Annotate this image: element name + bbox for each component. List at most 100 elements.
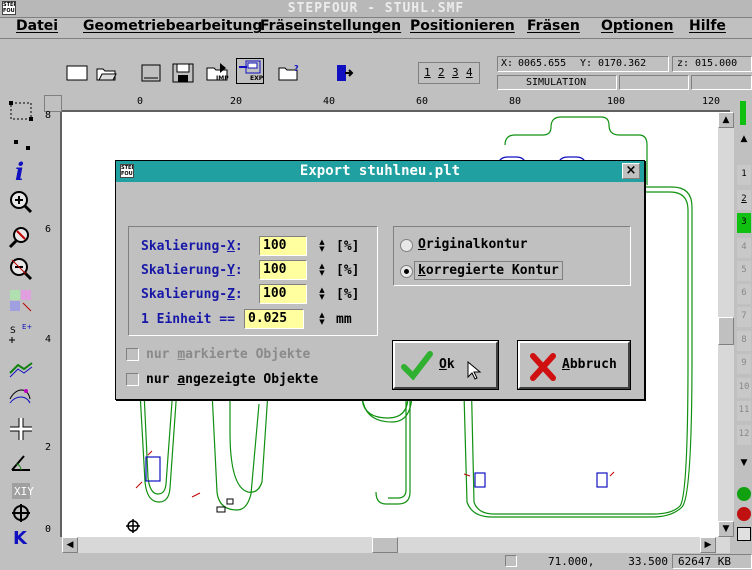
- zoom-in-icon: [10, 191, 33, 214]
- scale-x-label: Skalierung-X:: [141, 239, 243, 254]
- export-button[interactable]: EXP: [236, 58, 264, 84]
- scroll-down-button[interactable]: ▼: [718, 521, 734, 537]
- import-button[interactable]: IMP: [204, 60, 232, 86]
- layer-2-button[interactable]: 2: [438, 66, 445, 79]
- panel-down-button[interactable]: ▼: [736, 455, 752, 471]
- menu-hilfe[interactable]: Hilfe: [689, 18, 726, 34]
- radio-corrected-contour[interactable]: korregierte Kontur: [400, 261, 625, 281]
- unit-input[interactable]: 0.025: [244, 309, 304, 329]
- panel-button-5[interactable]: 5: [737, 261, 751, 281]
- layer-1-button[interactable]: 1: [424, 66, 431, 79]
- scale-z-spinner[interactable]: ▲ ▼: [316, 285, 328, 303]
- ruler-left-label: 0: [45, 524, 52, 535]
- origin-button[interactable]: S E+: [6, 320, 36, 348]
- scroll-right-button[interactable]: ▶: [700, 537, 716, 553]
- resize-icon[interactable]: [737, 527, 751, 541]
- visible-objects-label: nur angezeigte Objekte: [146, 372, 319, 387]
- layer-3-button[interactable]: 3: [452, 66, 459, 79]
- scroll-up-button[interactable]: ▲: [718, 112, 734, 128]
- document-icon: [141, 64, 161, 82]
- origin-marker-icon: [126, 519, 140, 533]
- zoom-out-button[interactable]: [6, 255, 36, 283]
- scale-y-spinner[interactable]: ▲ ▼: [316, 261, 328, 279]
- cancel-button[interactable]: Abbruch: [517, 340, 631, 390]
- scroll-h-thumb[interactable]: [372, 537, 398, 553]
- folder-query-icon: ?: [278, 64, 299, 81]
- red-ball-icon[interactable]: [737, 507, 751, 521]
- layers-button[interactable]: [6, 287, 36, 315]
- panel-button-10[interactable]: 10: [737, 378, 751, 398]
- zoom-in-button[interactable]: [6, 188, 36, 216]
- k-button[interactable]: K: [6, 523, 36, 549]
- info-icon: i: [15, 158, 24, 184]
- horizontal-scrollbar[interactable]: ◀ ▶: [62, 537, 730, 553]
- menu-datei[interactable]: Datei: [16, 18, 58, 34]
- status-memory: 62647 KB: [678, 555, 731, 568]
- visible-objects-checkbox[interactable]: [126, 373, 139, 386]
- layer-4-button[interactable]: 4: [466, 66, 473, 79]
- scroll-left-button[interactable]: ◀: [62, 537, 78, 553]
- dialog-close-button[interactable]: ×: [622, 163, 640, 179]
- axes-button[interactable]: [6, 447, 36, 475]
- chevron-down-icon: ▼: [740, 458, 748, 468]
- scale-x-input[interactable]: 100: [259, 236, 307, 256]
- scale-y-input[interactable]: 100: [259, 260, 307, 280]
- mode-indicator: SIMULATION: [497, 75, 617, 90]
- xy-readout: X: 0065.655 Y: 0170.362: [497, 56, 669, 72]
- unit-spinner[interactable]: ▲ ▼: [316, 310, 328, 328]
- move-button[interactable]: [6, 415, 36, 443]
- toolbar: IMP EXP ? 1 2 3 4 X: 0065.655 Y: 0170.36…: [0, 39, 752, 95]
- path-button[interactable]: [6, 383, 36, 411]
- level-indicator: [740, 101, 746, 125]
- panel-button-9[interactable]: 9: [737, 354, 751, 374]
- panel-button-2[interactable]: 2: [737, 190, 751, 210]
- unit-row: 1 Einheit == 0.025 ▲ ▼ mm: [141, 309, 376, 333]
- zoom-small-button[interactable]: [6, 128, 36, 156]
- panel-button-1[interactable]: 1: [737, 165, 751, 185]
- check-marked-objects: nur markierte Objekte: [126, 347, 366, 365]
- scale-y-unit: [%]: [336, 263, 360, 278]
- select-rect-button[interactable]: [6, 97, 36, 125]
- menu-positionieren[interactable]: Positionieren: [410, 18, 515, 34]
- scale-z-input[interactable]: 100: [259, 284, 307, 304]
- new-file-icon: [66, 65, 88, 81]
- radio-original-contour[interactable]: Originalkontur: [400, 236, 625, 254]
- contour-button[interactable]: [6, 353, 36, 381]
- ruler-top-label: 40: [323, 96, 336, 107]
- ruler-left-ticks: [60, 112, 62, 537]
- open-file-button[interactable]: [93, 60, 121, 86]
- vertical-scrollbar[interactable]: ▲ ▼: [718, 112, 734, 537]
- panel-button-6[interactable]: 6: [737, 284, 751, 304]
- save-button[interactable]: [169, 60, 197, 86]
- new-file-button[interactable]: [63, 60, 91, 86]
- radio-original-icon: [400, 239, 413, 252]
- ruler-left-label: 6: [45, 224, 52, 235]
- arrow-down-icon: ▼: [722, 524, 730, 534]
- green-ball-icon[interactable]: [737, 487, 751, 501]
- ok-button[interactable]: Ok: [392, 340, 499, 390]
- panel-button-4[interactable]: 4: [737, 238, 751, 258]
- info-button[interactable]: i: [6, 157, 36, 185]
- exit-button[interactable]: [330, 60, 358, 86]
- zoom-window-button[interactable]: [6, 223, 36, 251]
- scale-z-row: Skalierung-Z: 100 ▲ ▼ [%]: [141, 284, 376, 308]
- scroll-v-thumb[interactable]: [718, 317, 734, 345]
- scale-x-unit: [%]: [336, 239, 360, 254]
- svg-text:XIY: XIY: [14, 485, 34, 498]
- panel-button-7[interactable]: 7: [737, 307, 751, 327]
- menu-optionen[interactable]: Optionen: [601, 18, 673, 34]
- blank-doc-button[interactable]: [137, 60, 165, 86]
- marked-objects-checkbox[interactable]: [126, 348, 139, 361]
- scale-x-spinner[interactable]: ▲ ▼: [316, 237, 328, 255]
- panel-button-3[interactable]: 3: [737, 213, 751, 233]
- panel-up-button[interactable]: ▲: [736, 131, 752, 147]
- panel-button-11[interactable]: 11: [737, 401, 751, 421]
- menu-fraesen[interactable]: Fräsen: [527, 18, 580, 34]
- window-title: STEPFOUR - STUHL.SMF: [287, 1, 465, 16]
- panel-button-12[interactable]: 12: [737, 425, 751, 445]
- menu-geometriebearbeitung[interactable]: Geometriebearbeitung: [83, 18, 262, 34]
- open-query-button[interactable]: ?: [276, 60, 304, 86]
- panel-button-8[interactable]: 8: [737, 331, 751, 351]
- scale-z-unit: [%]: [336, 287, 360, 302]
- menu-fraeseinstellungen[interactable]: Fräseinstellungen: [260, 18, 401, 34]
